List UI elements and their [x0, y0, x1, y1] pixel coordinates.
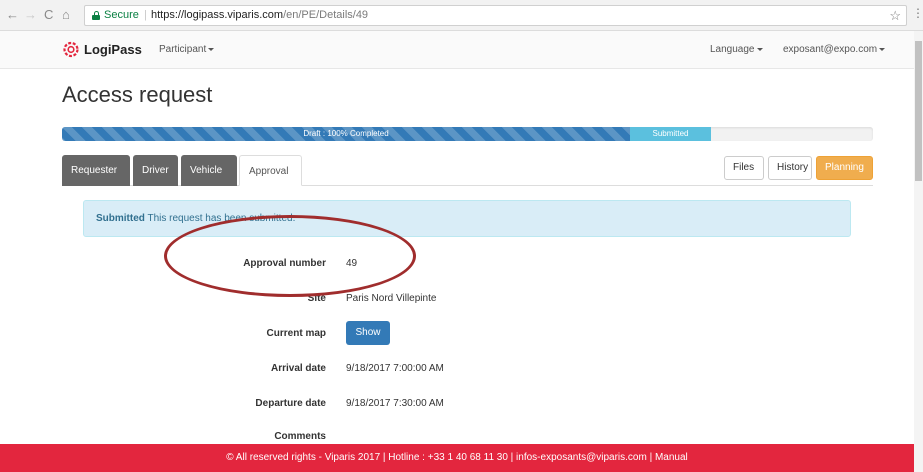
site-footer: © All reserved rights - Viparis 2017 | H…	[0, 444, 914, 472]
arrival-date-label: Arrival date	[270, 363, 326, 374]
language-menu[interactable]: Language	[710, 44, 763, 55]
participant-menu[interactable]: Participant	[159, 44, 215, 55]
caret-down-icon	[756, 47, 763, 51]
tab-driver[interactable]: Driver	[133, 155, 178, 186]
show-map-button[interactable]: Show	[346, 321, 390, 345]
departure-date-value: 9/18/2017 7:30:00 AM	[346, 398, 444, 409]
back-arrow-icon[interactable]: ←	[6, 8, 19, 22]
address-bar[interactable]: Secure | https://logipass.viparis.com/en…	[84, 5, 907, 26]
secure-label: Secure	[104, 9, 139, 21]
red-annotation-ellipse	[164, 215, 416, 297]
planning-button[interactable]: Planning	[816, 156, 873, 180]
lock-icon	[92, 11, 100, 20]
app-navbar: LogiPass Participant Language exposant@e…	[0, 31, 914, 69]
url-host: https://logipass.viparis.com	[151, 9, 284, 21]
progress-submitted-segment: Submitted	[630, 127, 711, 141]
tab-requester[interactable]: Requester	[62, 155, 130, 186]
brand-name[interactable]: LogiPass	[84, 42, 142, 57]
history-button[interactable]: History	[768, 156, 812, 180]
page-title: Access request	[62, 82, 213, 107]
language-menu-label: Language	[710, 44, 755, 55]
participant-menu-label: Participant	[159, 44, 207, 55]
logipass-logo-icon	[63, 41, 79, 58]
site-value: Paris Nord Villepinte	[346, 293, 437, 304]
current-map-label: Current map	[266, 328, 326, 339]
comments-label: Comments	[274, 431, 326, 442]
browser-menu-icon[interactable]: ⋮	[912, 6, 923, 20]
departure-date-label: Departure date	[255, 398, 326, 409]
progress-draft-segment: Draft : 100% Completed	[62, 127, 630, 141]
arrival-date-value: 9/18/2017 7:00:00 AM	[346, 363, 444, 374]
scrollbar-thumb[interactable]	[915, 41, 922, 181]
scrollbar[interactable]	[914, 31, 923, 472]
reload-icon[interactable]: C	[44, 8, 53, 22]
caret-down-icon	[208, 47, 215, 51]
url-path: /en/PE/Details/49	[283, 9, 369, 21]
browser-toolbar: ← → C ⌂ Secure | https://logipass.vipari…	[0, 0, 923, 31]
tab-approval[interactable]: Approval	[239, 155, 302, 186]
forward-arrow-icon[interactable]: →	[24, 8, 37, 22]
address-separator: |	[144, 9, 147, 21]
bookmark-star-icon[interactable]: ☆	[889, 8, 901, 24]
request-progress-bar: Draft : 100% Completed Submitted	[62, 127, 873, 141]
home-icon[interactable]: ⌂	[62, 8, 70, 22]
alert-strong-text: Submitted	[96, 213, 145, 224]
caret-down-icon	[879, 47, 886, 51]
user-menu-label: exposant@expo.com	[783, 44, 878, 55]
files-button[interactable]: Files	[724, 156, 764, 180]
url-text[interactable]: https://logipass.viparis.com/en/PE/Detai…	[151, 9, 368, 21]
user-menu[interactable]: exposant@expo.com	[783, 44, 886, 55]
tab-vehicle[interactable]: Vehicle	[181, 155, 237, 186]
